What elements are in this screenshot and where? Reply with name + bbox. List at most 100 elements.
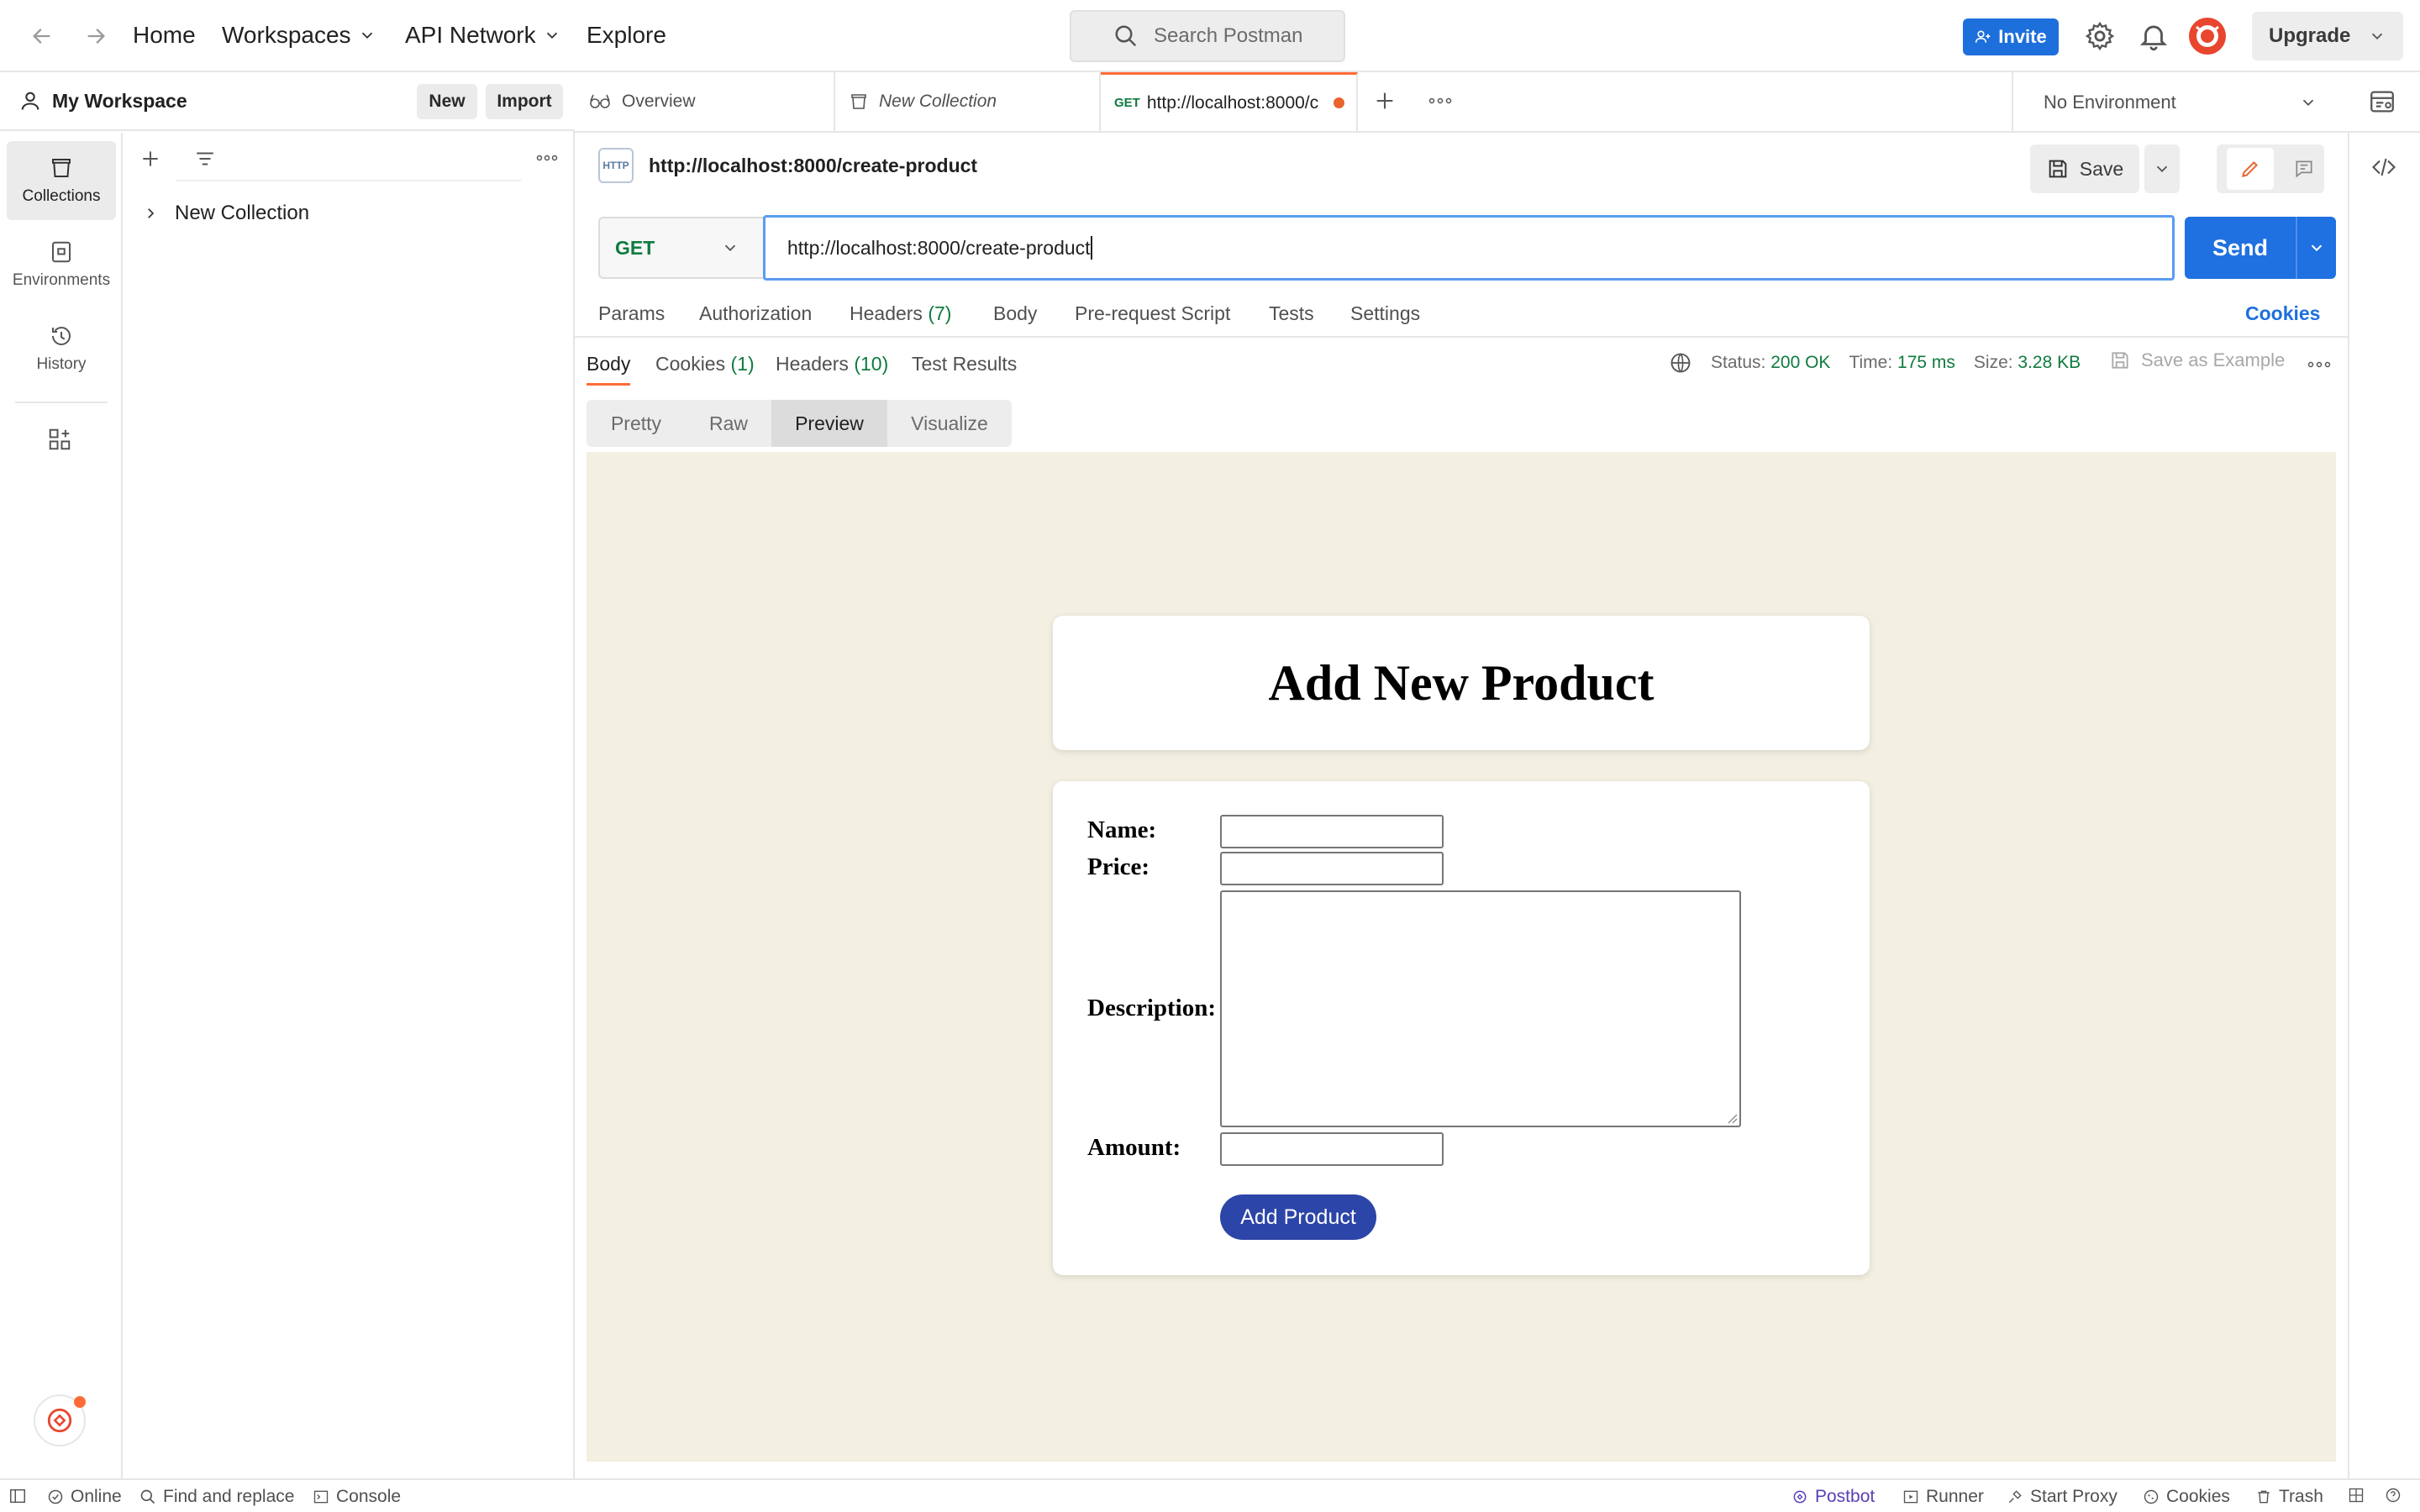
tab-prerequest-script[interactable]: Pre-request Script	[1075, 302, 1230, 325]
find-and-replace[interactable]: Find and replace	[139, 1487, 294, 1507]
toggle-sidebar-icon[interactable]	[8, 1487, 27, 1505]
size-info[interactable]: Size: 3.28 KB	[1974, 353, 2081, 373]
add-collection-icon[interactable]	[139, 148, 161, 170]
tab-response-body[interactable]: Body	[587, 353, 630, 375]
console-button[interactable]: Console	[313, 1487, 401, 1507]
save-button[interactable]: Save	[2030, 144, 2139, 193]
new-tab-plus-icon[interactable]	[1373, 89, 1397, 113]
environment-selector[interactable]: No Environment	[2012, 72, 2348, 133]
search-icon	[1115, 25, 1137, 47]
cookies-button[interactable]: Cookies	[2143, 1487, 2230, 1507]
edit-pencil-icon[interactable]	[2226, 148, 2274, 190]
status-bar: Online Find and replace Console Postbot …	[0, 1478, 2420, 1512]
user-icon	[21, 92, 39, 110]
time-info[interactable]: Time: 175 ms	[1849, 353, 1954, 373]
filter-icon[interactable]	[193, 148, 217, 170]
forward-arrow-icon[interactable]	[79, 19, 113, 53]
invite-button[interactable]: Invite	[1963, 18, 2059, 55]
chevron-right-icon	[148, 208, 155, 218]
sidebar-item-environments[interactable]: Environments	[7, 225, 116, 304]
tab-tests[interactable]: Tests	[1269, 302, 1314, 325]
environment-label: No Environment	[2044, 92, 2176, 113]
new-button-label: New	[429, 92, 466, 111]
layout-icon[interactable]	[2348, 1487, 2365, 1504]
status-info[interactable]: Status: 200 OK	[1711, 353, 1830, 373]
send-dropdown-chevron-icon[interactable]	[2296, 217, 2336, 279]
help-icon[interactable]	[2385, 1487, 2402, 1504]
http-icon: HTTP	[598, 148, 634, 183]
collection-tree-item[interactable]: New Collection	[143, 202, 309, 225]
tab-params[interactable]: Params	[598, 302, 665, 325]
add-user-icon	[1975, 30, 1991, 43]
nav-explore[interactable]: Explore	[587, 22, 666, 49]
price-field[interactable]	[1220, 852, 1444, 885]
status-value: 200 OK	[1770, 353, 1831, 372]
code-snippet-icon[interactable]	[2370, 155, 2398, 180]
top-bar: Home Workspaces API Network Explore Sear…	[0, 0, 2420, 72]
tab-test-results[interactable]: Test Results	[912, 353, 1017, 375]
headers-count: (10)	[854, 353, 889, 375]
comment-icon[interactable]	[2293, 158, 2315, 180]
postbot-button[interactable]: Postbot	[1791, 1487, 1875, 1507]
nav-workspaces[interactable]: Workspaces	[222, 22, 376, 49]
name-field[interactable]	[1220, 815, 1444, 848]
nav-explore-label: Explore	[587, 22, 666, 48]
save-as-example-button[interactable]: Save as Example	[2109, 349, 2285, 371]
tab-overview[interactable]: Overview	[575, 72, 835, 131]
start-proxy-button[interactable]: Start Proxy	[2007, 1487, 2118, 1507]
view-preview[interactable]: Preview	[771, 400, 887, 447]
cookies-count: (1)	[730, 353, 755, 375]
globe-icon[interactable]	[1669, 351, 1692, 375]
url-value: http://localhost:8000/create-product	[787, 236, 1091, 259]
new-button[interactable]: New	[417, 84, 477, 119]
runner-icon	[1903, 1490, 1918, 1504]
tab-response-cookies[interactable]: Cookies (1)	[655, 353, 755, 375]
import-button[interactable]: Import	[486, 84, 563, 119]
tab-body[interactable]: Body	[993, 302, 1037, 325]
save-dropdown-button[interactable]	[2144, 144, 2180, 193]
send-button[interactable]: Send	[2185, 217, 2336, 279]
environment-quicklook-icon[interactable]	[2368, 87, 2396, 116]
text-cursor	[1090, 236, 1092, 260]
upgrade-button[interactable]: Upgrade	[2252, 12, 2403, 60]
environments-icon	[52, 241, 71, 263]
chevron-down-icon	[724, 244, 736, 252]
tab-overflow-icon[interactable]	[1428, 94, 1452, 108]
resize-handle-icon[interactable]	[1724, 1110, 1738, 1124]
proxy-icon	[2008, 1490, 2022, 1504]
nav-home[interactable]: Home	[133, 22, 196, 49]
url-input[interactable]: http://localhost:8000/create-product	[763, 215, 2175, 281]
cookies-link[interactable]: Cookies	[2245, 302, 2320, 325]
add-product-button[interactable]: Add Product	[1220, 1194, 1376, 1240]
runner-button[interactable]: Runner	[1902, 1487, 1984, 1507]
add-apps-icon[interactable]	[47, 427, 121, 452]
avatar[interactable]	[2188, 17, 2227, 55]
tab-new-collection[interactable]: New Collection	[835, 72, 1101, 131]
more-options-icon[interactable]	[536, 150, 558, 166]
request-title: HTTP http://localhost:8000/create-produc…	[598, 148, 977, 183]
method-select[interactable]: GET	[598, 217, 763, 279]
tab-response-headers[interactable]: Headers (10)	[776, 353, 888, 375]
postbot-launcher-icon[interactable]	[34, 1394, 86, 1446]
sidebar-item-history[interactable]: History	[7, 309, 116, 388]
workspace-title: My Workspace	[52, 89, 187, 112]
tab-authorization[interactable]: Authorization	[699, 302, 812, 325]
sidebar-item-collections[interactable]: Collections	[7, 141, 116, 220]
view-pretty[interactable]: Pretty	[587, 400, 686, 447]
notifications-bell-icon[interactable]	[2138, 20, 2170, 52]
response-more-icon[interactable]	[2307, 358, 2331, 371]
online-status[interactable]: Online	[47, 1487, 122, 1507]
trash-button[interactable]: Trash	[2255, 1487, 2323, 1507]
view-visualize[interactable]: Visualize	[887, 400, 1012, 447]
tab-label: http://localhost:8000/c	[1146, 92, 1319, 113]
tab-request[interactable]: GET http://localhost:8000/c	[1101, 72, 1358, 131]
nav-api-network[interactable]: API Network	[405, 22, 561, 49]
description-textarea[interactable]	[1220, 890, 1741, 1127]
search-input[interactable]: Search Postman	[1070, 10, 1345, 62]
tab-settings[interactable]: Settings	[1350, 302, 1420, 325]
tab-headers[interactable]: Headers (7)	[850, 302, 951, 325]
settings-gear-icon[interactable]	[2084, 20, 2116, 52]
view-raw[interactable]: Raw	[686, 400, 771, 447]
amount-field[interactable]	[1220, 1132, 1444, 1166]
back-arrow-icon[interactable]	[25, 19, 59, 53]
